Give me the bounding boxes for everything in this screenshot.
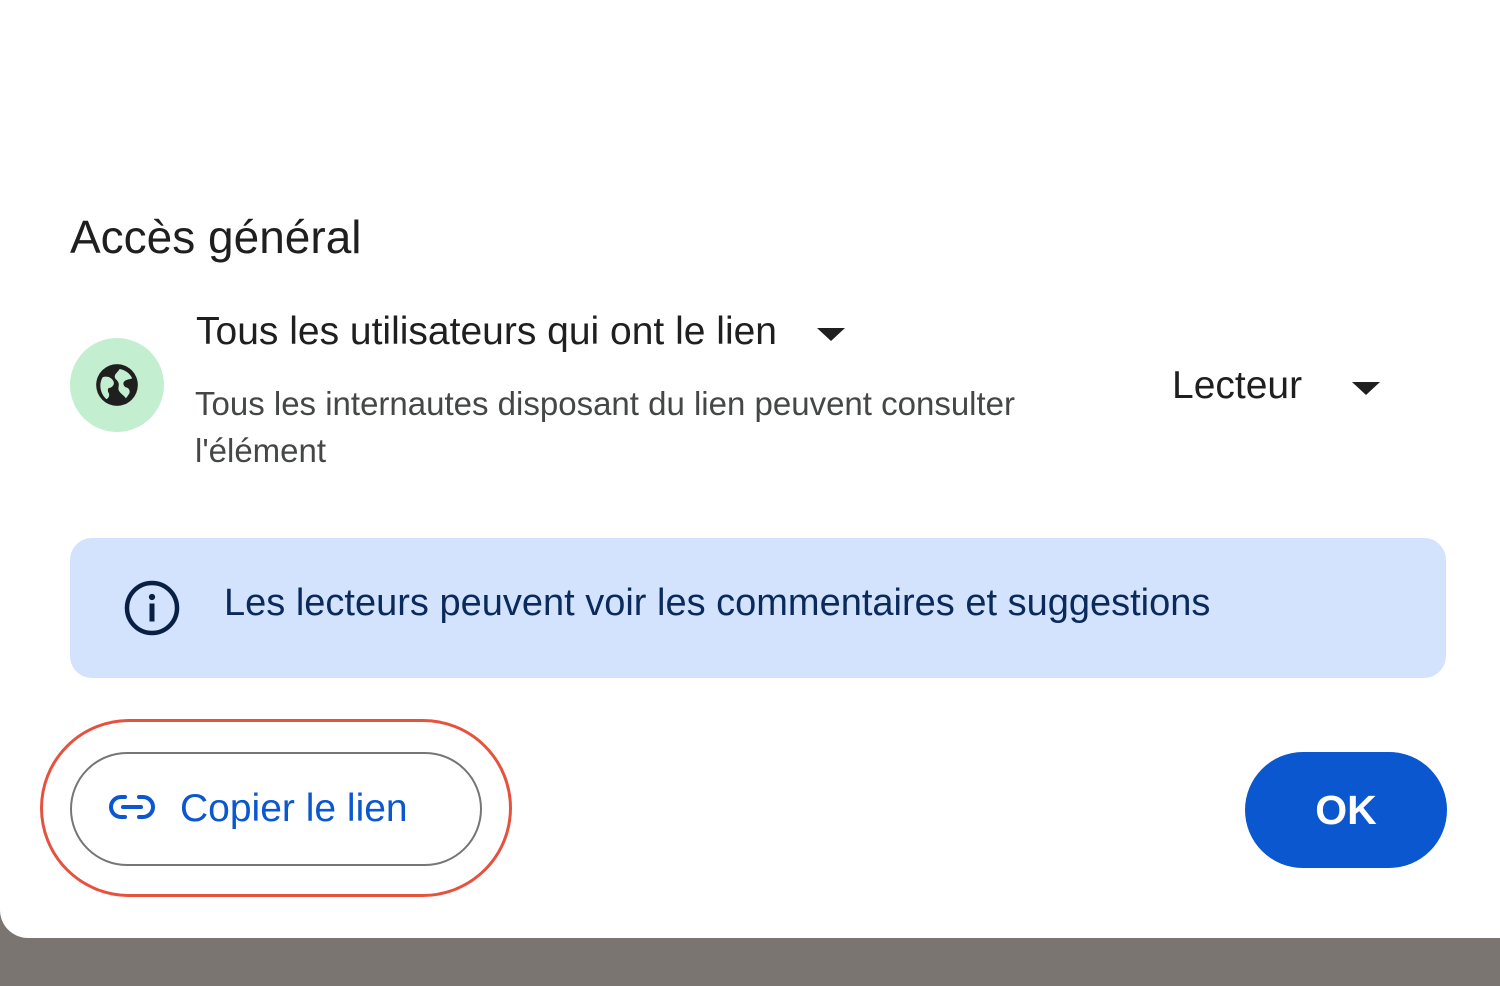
info-banner-text: Les lecteurs peuvent voir les commentair… xyxy=(224,582,1211,624)
general-access-dropdown[interactable]: Tous les utilisateurs qui ont le lien xyxy=(196,310,845,354)
general-access-label: Tous les utilisateurs qui ont le lien xyxy=(196,310,777,353)
section-title: Accès général xyxy=(70,211,362,263)
chevron-down-icon xyxy=(816,327,845,341)
globe-icon xyxy=(70,338,164,432)
info-icon xyxy=(122,578,182,643)
ok-button[interactable]: OK xyxy=(1245,752,1447,868)
role-label: Lecteur xyxy=(1172,364,1303,407)
role-dropdown[interactable]: Lecteur xyxy=(1172,364,1381,408)
info-banner: Les lecteurs peuvent voir les commentair… xyxy=(70,538,1446,678)
copy-link-button[interactable]: Copier le lien xyxy=(70,752,482,866)
share-dialog: Accès général Tous les utilisateurs qui … xyxy=(0,0,1500,938)
link-icon xyxy=(108,794,156,825)
general-access-description: Tous les internautes disposant du lien p… xyxy=(195,385,1016,469)
copy-link-label: Copier le lien xyxy=(180,787,408,830)
chevron-down-icon xyxy=(1352,381,1381,395)
